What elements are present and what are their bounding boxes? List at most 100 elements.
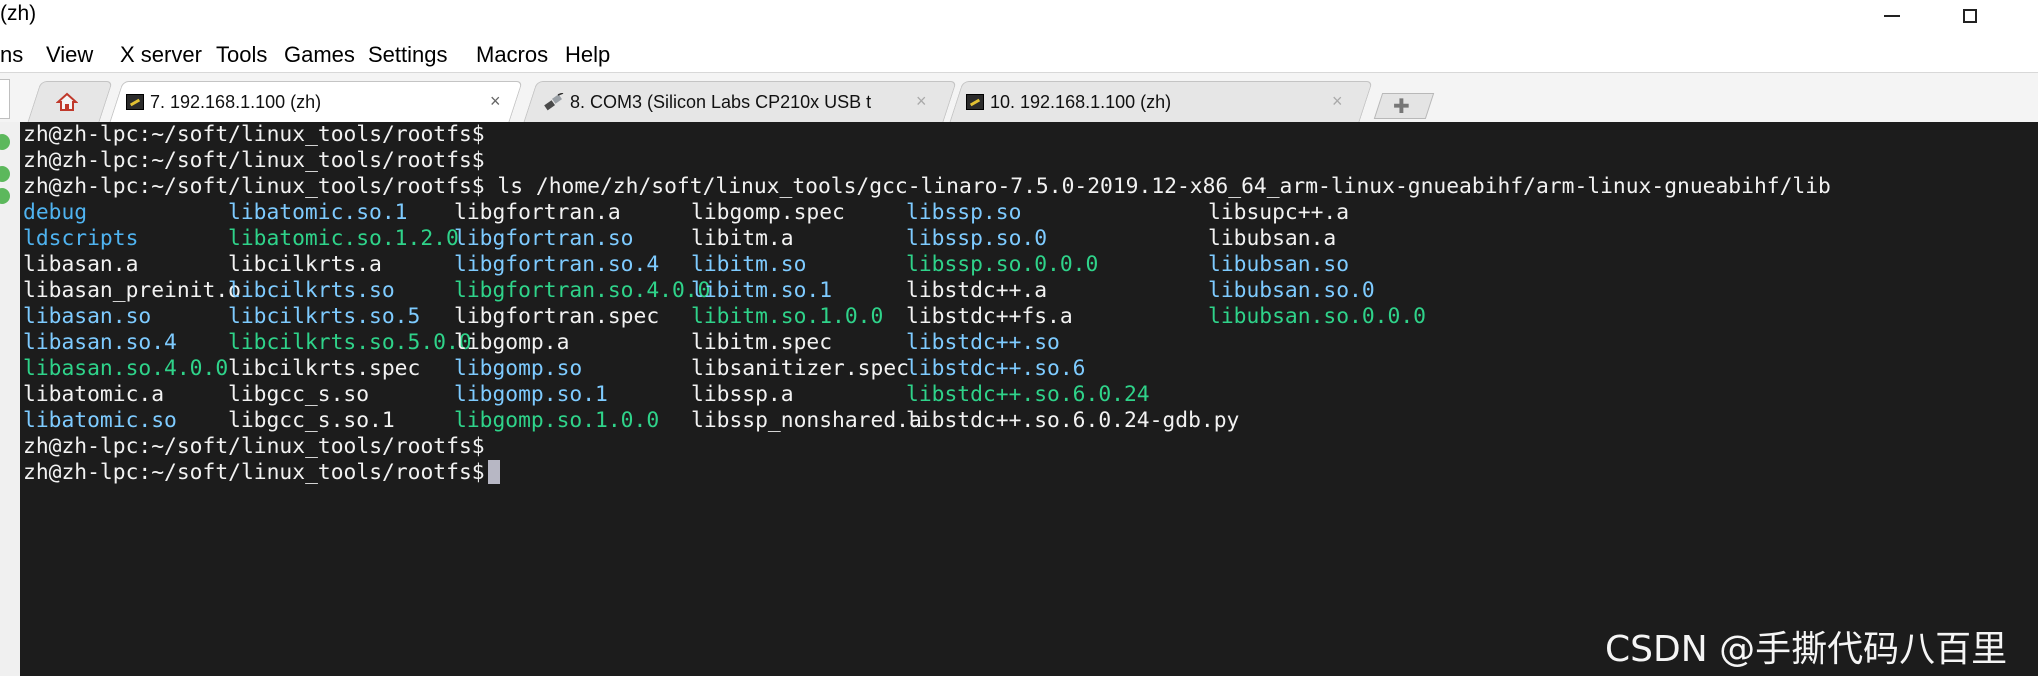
listing-entry: libitm.so.1 (691, 278, 833, 303)
terminal-pencil-icon (966, 93, 984, 111)
status-dot-icon (0, 134, 10, 150)
terminal-line: zh@zh-lpc:~/soft/linux_tools/rootfs$ (23, 434, 485, 460)
menu-sessions[interactable]: ns (0, 42, 23, 68)
tab-session-7-label: 7. 192.168.1.100 (zh) (150, 91, 322, 112)
menu-games[interactable]: Games (284, 42, 355, 68)
listing-entry: libssp.so.0 (906, 226, 1048, 251)
close-icon[interactable]: × (916, 91, 927, 112)
listing-entry: libgomp.so.1 (454, 382, 608, 407)
listing-entry: libssp.so (906, 200, 1022, 225)
listing-entry: libcilkrts.spec (228, 356, 421, 381)
listing-entry: libssp.so.0.0.0 (906, 252, 1099, 277)
listing-entry: libgfortran.a (454, 200, 621, 225)
listing-entry: libstdc++fs.a (906, 304, 1073, 329)
serial-plug-icon (544, 93, 564, 111)
listing-entry: libgcc_s.so.1 (228, 408, 395, 433)
listing-entry: libcilkrts.so.5.0.0 (228, 330, 472, 355)
terminal-line: zh@zh-lpc:~/soft/linux_tools/rootfs$ (23, 122, 485, 148)
shell-command: ls /home/zh/soft/linux_tools/gcc-linaro-… (484, 174, 1831, 199)
listing-entry: libgomp.a (454, 330, 570, 355)
listing-entry: libubsan.a (1208, 226, 1337, 251)
maximize-icon (1963, 9, 1977, 23)
shell-prompt: zh@zh-lpc:~/soft/linux_tools/rootfs$ (23, 434, 485, 459)
tab-session-10-content: 10. 192.168.1.100 (zh) (966, 81, 1306, 123)
listing-entry: libitm.so.1.0.0 (691, 304, 884, 329)
listing-entry: libatomic.a (23, 382, 165, 407)
listing-entry: libstdc++.a (906, 278, 1048, 303)
menu-bar: ns View X server Tools Games Settings Ma… (0, 36, 2038, 72)
listing-entry: libitm.a (691, 226, 794, 251)
listing-entry: libubsan.so.0.0.0 (1208, 304, 1426, 329)
home-icon (56, 92, 78, 111)
listing-entry: libatomic.so (23, 408, 177, 433)
terminal-pencil-icon (126, 93, 144, 111)
minimize-icon (1884, 15, 1900, 17)
shell-prompt: zh@zh-lpc:~/soft/linux_tools/rootfs$ (23, 460, 485, 485)
tab-bar: 7. 192.168.1.100 (zh) × 8. COM3 (Silicon… (0, 72, 2038, 123)
terminal-line: zh@zh-lpc:~/soft/linux_tools/rootfs$ (23, 460, 500, 486)
maximize-button[interactable] (1940, 0, 2000, 32)
listing-entry: ldscripts (23, 226, 139, 251)
listing-entry: libasan.so (23, 304, 152, 329)
status-dot-icon (0, 166, 10, 182)
close-icon[interactable]: × (1332, 91, 1343, 112)
close-icon[interactable]: × (490, 91, 501, 112)
minimize-button[interactable] (1862, 0, 1922, 32)
listing-entry: libstdc++.so.6 (906, 356, 1086, 381)
menu-macros[interactable]: Macros (476, 42, 548, 68)
status-dot-icon (0, 188, 10, 204)
listing-entry: libsupc++.a (1208, 200, 1350, 225)
shell-prompt: zh@zh-lpc:~/soft/linux_tools/rootfs$ (23, 174, 485, 199)
listing-entry: libstdc++.so.6.0.24 (906, 382, 1150, 407)
menu-help[interactable]: Help (565, 42, 610, 68)
tab-session-7-content: 7. 192.168.1.100 (zh) (126, 81, 456, 123)
listing-entry: libasan_preinit.o (23, 278, 241, 303)
tab-home-content (56, 81, 96, 123)
shell-prompt: zh@zh-lpc:~/soft/linux_tools/rootfs$ (23, 122, 485, 147)
listing-entry: libgomp.so.1.0.0 (454, 408, 660, 433)
title-bar: (zh) (0, 0, 2038, 32)
listing-entry: libasan.so.4 (23, 330, 177, 355)
text-cursor (487, 460, 500, 484)
menu-x-server[interactable]: X server (120, 42, 202, 68)
menu-view[interactable]: View (46, 42, 93, 68)
listing-entry: libstdc++.so.6.0.24-gdb.py (906, 408, 1240, 433)
listing-entry: libasan.so.4.0.0 (23, 356, 229, 381)
listing-entry: libubsan.so.0 (1208, 278, 1375, 303)
listing-entry: libasan.a (23, 252, 139, 277)
listing-entry: libssp_nonshared.a (691, 408, 922, 433)
listing-entry: libcilkrts.a (228, 252, 382, 277)
terminal-line: zh@zh-lpc:~/soft/linux_tools/rootfs$ (23, 148, 485, 174)
listing-entry: libatomic.so.1.2.0 (228, 226, 459, 251)
listing-entry: libgfortran.so.4 (454, 252, 660, 277)
listing-entry: libcilkrts.so (228, 278, 395, 303)
listing-entry: libsanitizer.spec (691, 356, 909, 381)
listing-entry: libitm.spec (691, 330, 833, 355)
listing-entry: libgomp.so (454, 356, 583, 381)
listing-entry: libatomic.so.1 (228, 200, 408, 225)
listing-entry: libgcc_s.so (228, 382, 370, 407)
listing-entry: libgfortran.so.4.0.0 (454, 278, 711, 303)
listing-entry: libcilkrts.so.5 (228, 304, 421, 329)
listing-entry: libssp.a (691, 382, 794, 407)
tab-session-8-content: 8. COM3 (Silicon Labs CP210x USB t (544, 81, 904, 123)
listing-entry: debug (23, 200, 88, 225)
terminal-output[interactable]: zh@zh-lpc:~/soft/linux_tools/rootfs$ zh@… (20, 122, 2038, 676)
tab-session-10-label: 10. 192.168.1.100 (zh) (990, 91, 1172, 112)
menu-settings[interactable]: Settings (368, 42, 448, 68)
listing-entry: libubsan.so (1208, 252, 1350, 277)
plus-icon: ✚ (1393, 96, 1410, 118)
sidebar-toggle[interactable] (0, 79, 10, 119)
shell-prompt: zh@zh-lpc:~/soft/linux_tools/rootfs$ (23, 148, 485, 173)
listing-entry: libgfortran.so (454, 226, 634, 251)
terminal-line: zh@zh-lpc:~/soft/linux_tools/rootfs$ ls … (23, 174, 1831, 200)
listing-entry: libgfortran.spec (454, 304, 660, 329)
session-sidebar-strip (0, 122, 21, 676)
csdn-watermark: CSDN @手撕代码八百里 (1605, 629, 2008, 670)
tab-session-8-label: 8. COM3 (Silicon Labs CP210x USB t (570, 91, 872, 112)
listing-entry: libgomp.spec (691, 200, 845, 225)
listing-entry: libitm.so (691, 252, 807, 277)
listing-entry: libstdc++.so (906, 330, 1060, 355)
menu-tools[interactable]: Tools (216, 42, 267, 68)
window-title: (zh) (0, 2, 37, 25)
